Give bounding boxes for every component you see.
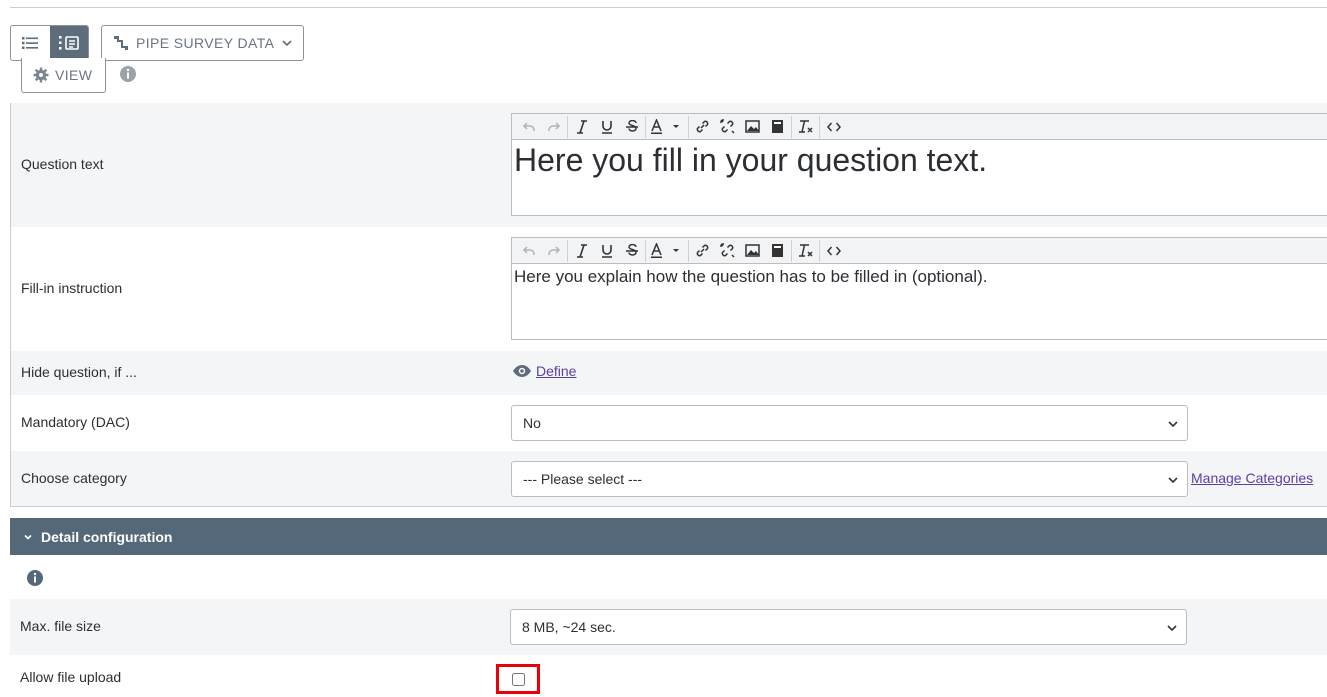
max-file-size-value: 8 MB, ~24 sec. [522, 619, 616, 635]
fill-in-row: Fill-in instruction Here you explain how… [11, 227, 1327, 351]
text-color-icon[interactable] [647, 116, 687, 138]
detail-configuration-title: Detail configuration [41, 528, 173, 545]
mandatory-value: No [523, 415, 541, 431]
fill-in-editor: Here you explain how the question has to… [511, 237, 1327, 340]
manage-categories-link[interactable]: Manage Categories [1191, 470, 1313, 486]
italic-icon[interactable] [569, 240, 594, 262]
question-text-row: Question text Here you fill in your ques… [11, 103, 1327, 227]
toolbar-divider [791, 239, 792, 262]
source-code-icon[interactable] [821, 116, 846, 138]
strikethrough-icon[interactable] [619, 116, 644, 138]
info-icon[interactable] [119, 65, 137, 83]
top-divider [10, 7, 1327, 8]
image-icon[interactable] [740, 240, 765, 262]
pipe-survey-data-dropdown[interactable]: PIPE SURVEY DATA [101, 25, 304, 61]
view-button-label: VIEW [55, 67, 93, 83]
max-file-size-label: Max. file size [20, 618, 101, 634]
eye-icon [513, 365, 531, 377]
max-file-size-select[interactable]: 8 MB, ~24 sec. [510, 609, 1187, 645]
fill-in-input[interactable]: Here you explain how the question has to… [512, 264, 1327, 339]
undo-icon[interactable] [516, 116, 541, 138]
toolbar-divider [645, 115, 646, 138]
undo-icon[interactable] [516, 240, 541, 262]
survey-button-label: PIPE SURVEY DATA [136, 35, 275, 51]
allow-file-upload-checkbox[interactable] [511, 672, 525, 686]
clear-format-icon[interactable] [793, 240, 818, 262]
define-condition: Define [512, 363, 576, 379]
text-color-icon[interactable] [647, 240, 687, 262]
list-view-button[interactable] [11, 26, 50, 60]
toolbar-divider [567, 115, 568, 138]
chevron-down-icon [1168, 477, 1178, 484]
toolbar-divider [567, 239, 568, 262]
editor-toolbar [512, 238, 1327, 264]
redo-icon[interactable] [541, 240, 566, 262]
toolbar-divider [819, 239, 820, 262]
toolbar-divider [819, 115, 820, 138]
redo-icon[interactable] [541, 116, 566, 138]
category-label: Choose category [21, 470, 127, 486]
question-settings-panel: Question text Here you fill in your ques… [10, 103, 1327, 507]
category-select[interactable]: --- Please select --- [511, 461, 1188, 497]
detail-list-icon [58, 36, 79, 50]
mandatory-label: Mandatory (DAC) [21, 414, 130, 430]
info-icon[interactable] [26, 569, 44, 587]
hide-question-row: Hide question, if ... Define [11, 351, 1327, 395]
chevron-down-icon [1168, 421, 1178, 428]
list-icon [22, 37, 39, 49]
mandatory-select[interactable]: No [511, 405, 1188, 441]
question-text-label: Question text [21, 156, 104, 172]
question-text-editor: Here you fill in your question text. [511, 113, 1327, 216]
detail-view-button[interactable] [49, 26, 88, 60]
category-value: --- Please select --- [523, 471, 643, 487]
question-text-input[interactable]: Here you fill in your question text. [512, 140, 1327, 215]
chevron-down-icon [282, 40, 292, 47]
clear-format-icon[interactable] [793, 116, 818, 138]
chevron-down-icon [1167, 625, 1177, 632]
paste-icon[interactable] [765, 116, 790, 138]
italic-icon[interactable] [569, 116, 594, 138]
source-code-icon[interactable] [821, 240, 846, 262]
toolbar-divider [791, 115, 792, 138]
category-row: Choose category --- Please select --- Ma… [11, 451, 1327, 506]
paste-icon[interactable] [765, 240, 790, 262]
underline-icon[interactable] [594, 240, 619, 262]
toolbar-divider [645, 239, 646, 262]
allow-file-upload-row: Allow file upload [10, 655, 1327, 697]
gear-icon [33, 67, 49, 83]
view-button[interactable]: VIEW [21, 58, 106, 93]
unlink-icon[interactable] [715, 116, 740, 138]
editor-toolbar [512, 114, 1327, 140]
link-icon[interactable] [690, 116, 715, 138]
fill-in-label: Fill-in instruction [21, 280, 123, 296]
hide-question-label: Hide question, if ... [21, 364, 137, 380]
toolbar-divider [688, 239, 689, 262]
max-file-size-row: Max. file size 8 MB, ~24 sec. [10, 599, 1327, 655]
define-link[interactable]: Define [536, 363, 576, 379]
unlink-icon[interactable] [715, 240, 740, 262]
chevron-down-icon [24, 534, 32, 540]
toolbar-divider [688, 115, 689, 138]
allow-file-upload-label: Allow file upload [20, 669, 122, 685]
mandatory-row: Mandatory (DAC) No [11, 395, 1327, 451]
detail-configuration-header[interactable]: Detail configuration [10, 518, 1327, 555]
strikethrough-icon[interactable] [619, 240, 644, 262]
allow-file-upload-highlight [496, 664, 540, 694]
view-mode-toggle [10, 25, 89, 61]
pipe-icon [114, 36, 128, 50]
underline-icon[interactable] [594, 116, 619, 138]
image-icon[interactable] [740, 116, 765, 138]
link-icon[interactable] [690, 240, 715, 262]
